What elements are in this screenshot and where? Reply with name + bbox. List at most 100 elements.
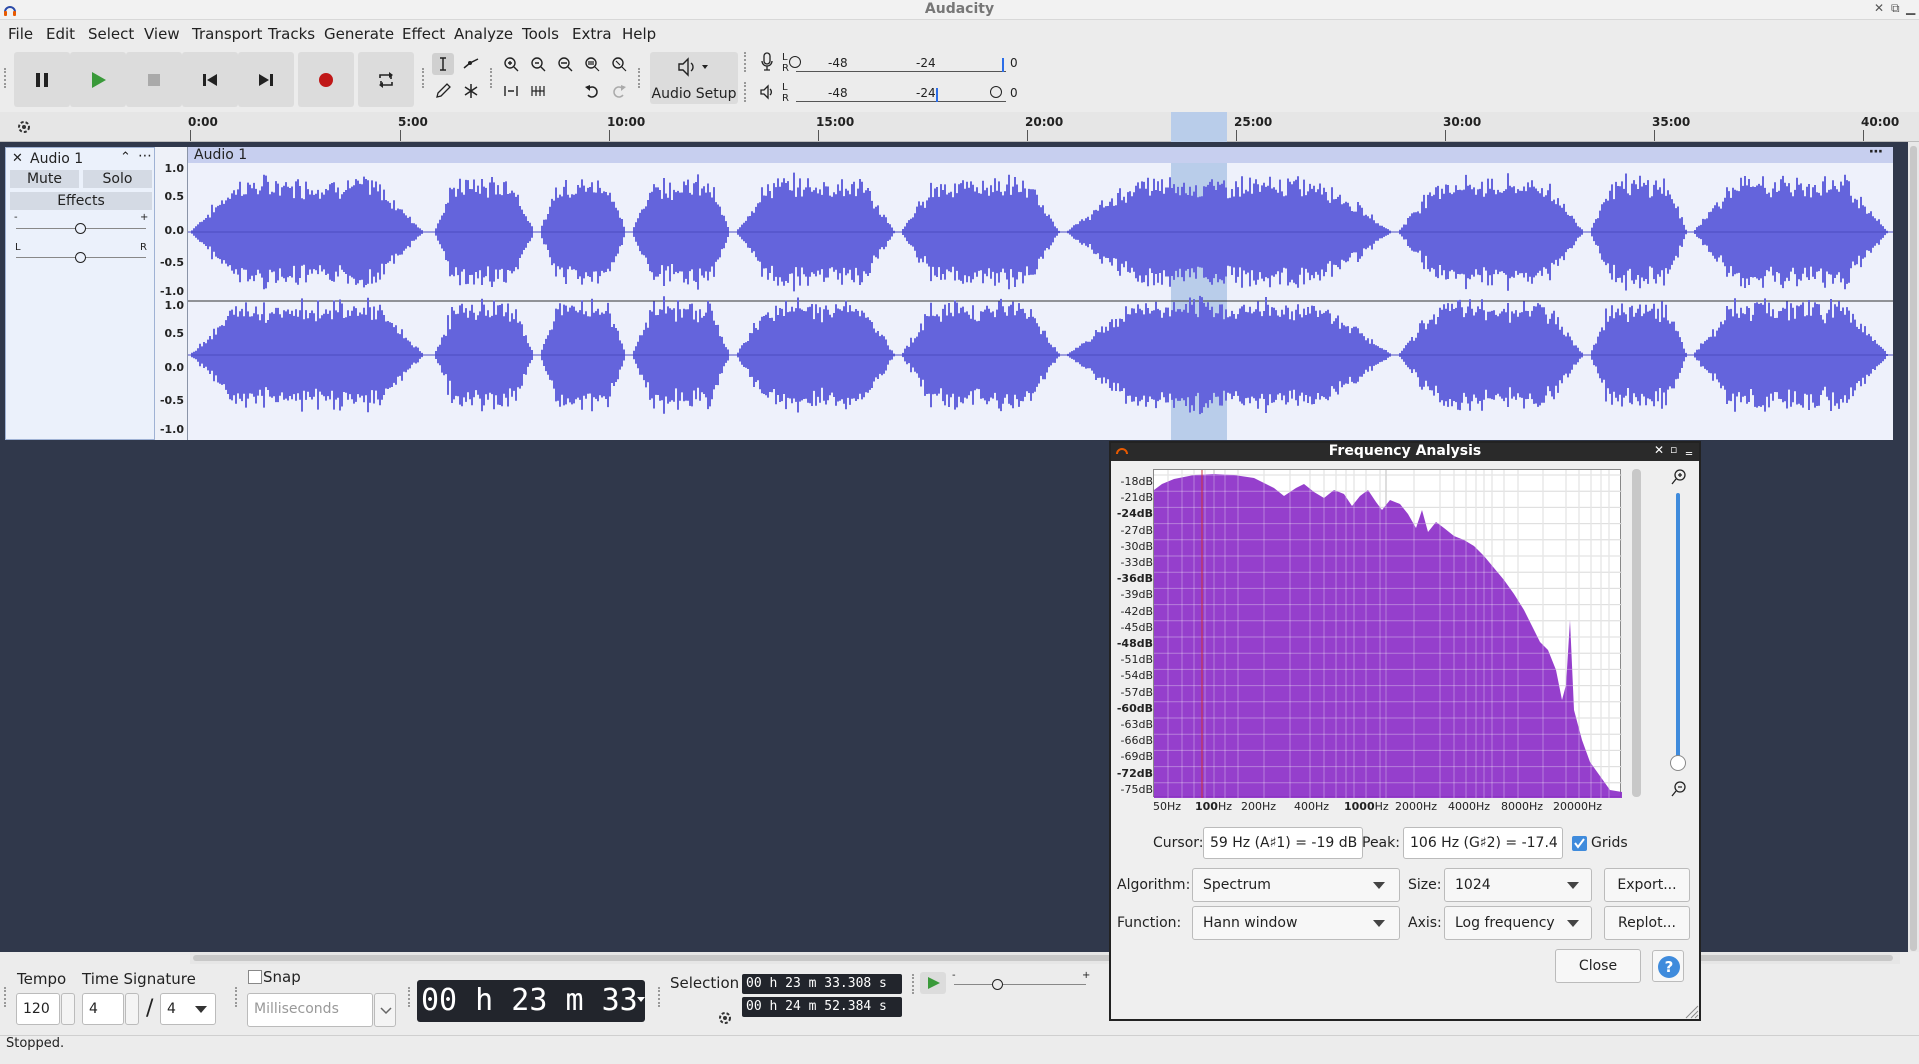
close-track-icon[interactable]: ✕ — [12, 151, 23, 166]
solo-button[interactable]: Solo — [83, 170, 152, 188]
selection-start-time[interactable]: 00 h 23 m 33.308 s — [742, 974, 902, 994]
dialog-close-icon[interactable]: ✕ — [1654, 443, 1664, 457]
tempo-spinner[interactable] — [61, 993, 75, 1025]
waveform-display[interactable] — [188, 147, 1893, 440]
play-at-speed-button[interactable] — [920, 972, 946, 994]
timeline-settings-gear-icon[interactable] — [15, 118, 33, 136]
ruler-selection-region[interactable] — [1171, 112, 1227, 142]
peak-value-field[interactable]: 106 Hz (G♯2) = -17.4 dB — [1403, 827, 1563, 859]
envelope-tool-button[interactable] — [460, 53, 482, 75]
loop-button[interactable] — [358, 52, 414, 107]
selection-end-time[interactable]: 00 h 24 m 52.384 s — [742, 997, 902, 1017]
gain-slider-knob[interactable] — [75, 223, 86, 234]
fit-project-button[interactable] — [581, 53, 603, 75]
meter-slider-knob[interactable] — [990, 86, 1002, 98]
close-button[interactable]: Close — [1555, 949, 1641, 983]
fit-selection-button[interactable] — [554, 53, 576, 75]
dialog-minimize-icon[interactable]: ‗ — [1686, 441, 1692, 455]
time-display-dropdown-icon[interactable] — [637, 997, 645, 1002]
menu-tracks[interactable]: Tracks — [268, 25, 315, 43]
dialog-title-bar[interactable]: Frequency Analysis ✕ ▫ ‗ — [1111, 441, 1699, 461]
waveform-clip[interactable]: Audio 1 ⋯ — [188, 147, 1893, 440]
vertical-scrollbar[interactable] — [1908, 142, 1919, 952]
time-signature-numerator[interactable]: 4 — [82, 993, 124, 1025]
snap-checkbox[interactable] — [248, 970, 262, 984]
cursor-value-field[interactable]: 59 Hz (A♯1) = -19 dB — [1203, 827, 1363, 859]
collapse-track-icon[interactable]: ⌃ — [120, 150, 131, 165]
minimize-window-icon[interactable]: ▁ — [1906, 1, 1915, 15]
selection-tool-button[interactable] — [432, 53, 454, 75]
close-window-icon[interactable]: ✕ — [1874, 1, 1884, 15]
multi-tool-button[interactable] — [460, 80, 482, 102]
grids-checkbox[interactable] — [1572, 836, 1587, 851]
draw-tool-button[interactable] — [432, 80, 454, 102]
zoom-slider-knob[interactable] — [1670, 755, 1686, 771]
audio-setup-button[interactable]: Audio Setup — [650, 52, 738, 104]
menu-help[interactable]: Help — [622, 25, 656, 43]
toolbar-gripper[interactable] — [235, 987, 239, 1007]
track-name[interactable]: Audio 1 — [30, 151, 83, 167]
dialog-maximize-icon[interactable]: ▫ — [1670, 443, 1677, 456]
undo-button[interactable] — [581, 80, 603, 102]
tempo-field[interactable]: 120 — [16, 993, 60, 1025]
skip-to-start-button[interactable] — [182, 52, 238, 107]
algorithm-select[interactable]: Spectrum — [1192, 868, 1400, 902]
time-signature-denominator[interactable]: 4 — [160, 993, 216, 1025]
restore-window-icon[interactable]: ⧉ — [1891, 1, 1900, 16]
toolbar-gripper[interactable] — [744, 52, 748, 72]
zoom-in-icon[interactable] — [1671, 469, 1687, 485]
play-button[interactable] — [70, 52, 126, 107]
resize-grip-icon[interactable] — [1683, 1003, 1699, 1019]
spectrum-plot[interactable] — [1153, 469, 1622, 798]
effects-button[interactable]: Effects — [10, 192, 152, 210]
spectrum-graph[interactable] — [1154, 470, 1622, 798]
menu-tools[interactable]: Tools — [522, 25, 559, 43]
playback-speed-slider[interactable] — [954, 984, 1086, 985]
toolbar-gripper[interactable] — [658, 987, 662, 1007]
snap-dropdown-button[interactable] — [374, 993, 396, 1027]
menu-select[interactable]: Select — [88, 25, 134, 43]
toolbar-gripper[interactable] — [422, 68, 426, 88]
silence-audio-button[interactable] — [527, 80, 549, 102]
numerator-spinner[interactable] — [125, 993, 139, 1025]
menu-edit[interactable]: Edit — [46, 25, 75, 43]
toolbar-gripper[interactable] — [912, 974, 916, 994]
record-button[interactable] — [298, 52, 354, 107]
axis-select[interactable]: Log frequency — [1444, 906, 1592, 940]
menu-view[interactable]: View — [144, 25, 180, 43]
recording-meter[interactable]: L R -48 -24 0 — [756, 52, 1026, 76]
skip-to-end-button[interactable] — [238, 52, 294, 107]
vertical-scroll-thumb[interactable] — [1910, 146, 1917, 951]
vertical-plot-scrollbar[interactable] — [1632, 469, 1641, 797]
pan-slider-knob[interactable] — [75, 252, 86, 263]
frequency-analysis-dialog[interactable]: Frequency Analysis ✕ ▫ ‗ -18dB -21dB -24dB… — [1109, 441, 1701, 1021]
menu-analyze[interactable]: Analyze — [454, 25, 513, 43]
trim-audio-button[interactable] — [500, 80, 522, 102]
toolbar-gripper[interactable] — [4, 987, 8, 1007]
help-button[interactable]: ? — [1652, 950, 1684, 982]
pause-button[interactable] — [14, 52, 70, 107]
mute-button[interactable]: Mute — [10, 170, 79, 188]
menu-extra[interactable]: Extra — [572, 25, 612, 43]
zoom-out-icon[interactable] — [1671, 781, 1687, 797]
track-control-panel[interactable]: ✕ Audio 1 ⌃ ⋯ Mute Solo Effects - + L R — [5, 147, 155, 440]
zoom-out-button[interactable] — [527, 53, 549, 75]
toolbar-gripper[interactable] — [408, 987, 412, 1007]
menu-transport[interactable]: Transport — [192, 25, 262, 43]
toolbar-gripper[interactable] — [638, 68, 642, 88]
replot-button[interactable]: Replot... — [1604, 906, 1690, 940]
redo-button[interactable] — [608, 80, 630, 102]
vertical-zoom-slider[interactable] — [1676, 493, 1680, 765]
toolbar-gripper[interactable] — [490, 68, 494, 88]
amplitude-ruler[interactable]: 1.0 0.5 0.0 -0.5 -1.0 1.0 0.5 0.0 -0.5 -… — [155, 147, 188, 440]
zoom-in-button[interactable] — [500, 53, 522, 75]
track-menu-icon[interactable]: ⋯ — [138, 148, 152, 164]
size-select[interactable]: 1024 — [1444, 868, 1592, 902]
speed-slider-knob[interactable] — [992, 979, 1003, 990]
export-button[interactable]: Export... — [1604, 868, 1690, 902]
snap-unit-select[interactable]: Milliseconds — [247, 993, 373, 1027]
menu-file[interactable]: File — [8, 25, 33, 43]
selection-settings-gear-icon[interactable] — [716, 1009, 734, 1027]
playback-meter[interactable]: L R -48 -24 0 — [756, 82, 1026, 106]
menu-effect[interactable]: Effect — [402, 25, 445, 43]
